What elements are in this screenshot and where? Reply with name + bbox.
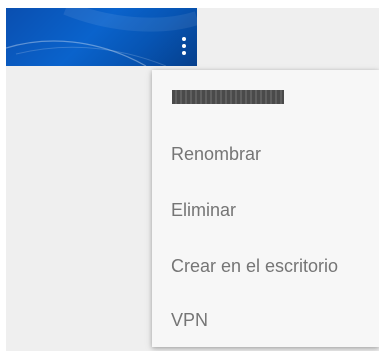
menu-item-delete[interactable]: Eliminar — [152, 188, 379, 234]
menu-item-vpn[interactable]: VPN — [152, 298, 379, 344]
redacted-name-label — [172, 90, 284, 104]
menu-item-label: Crear en el escritorio — [171, 256, 339, 276]
menu-item-label: VPN — [171, 310, 209, 330]
menu-item-label: Renombrar — [171, 144, 262, 164]
context-menu: Renombrar Eliminar Crear en el escritori… — [152, 70, 379, 347]
more-vert-icon[interactable] — [174, 35, 194, 59]
menu-item-create-on-desktop[interactable]: Crear en el escritorio — [152, 244, 379, 290]
wallpaper-thumbnail[interactable] — [6, 8, 197, 66]
screen: Renombrar Eliminar Crear en el escritori… — [0, 0, 379, 351]
wallpaper-swoosh-graphic — [6, 8, 197, 66]
menu-item-rename[interactable]: Renombrar — [152, 132, 379, 178]
menu-item-label: Eliminar — [171, 200, 237, 220]
